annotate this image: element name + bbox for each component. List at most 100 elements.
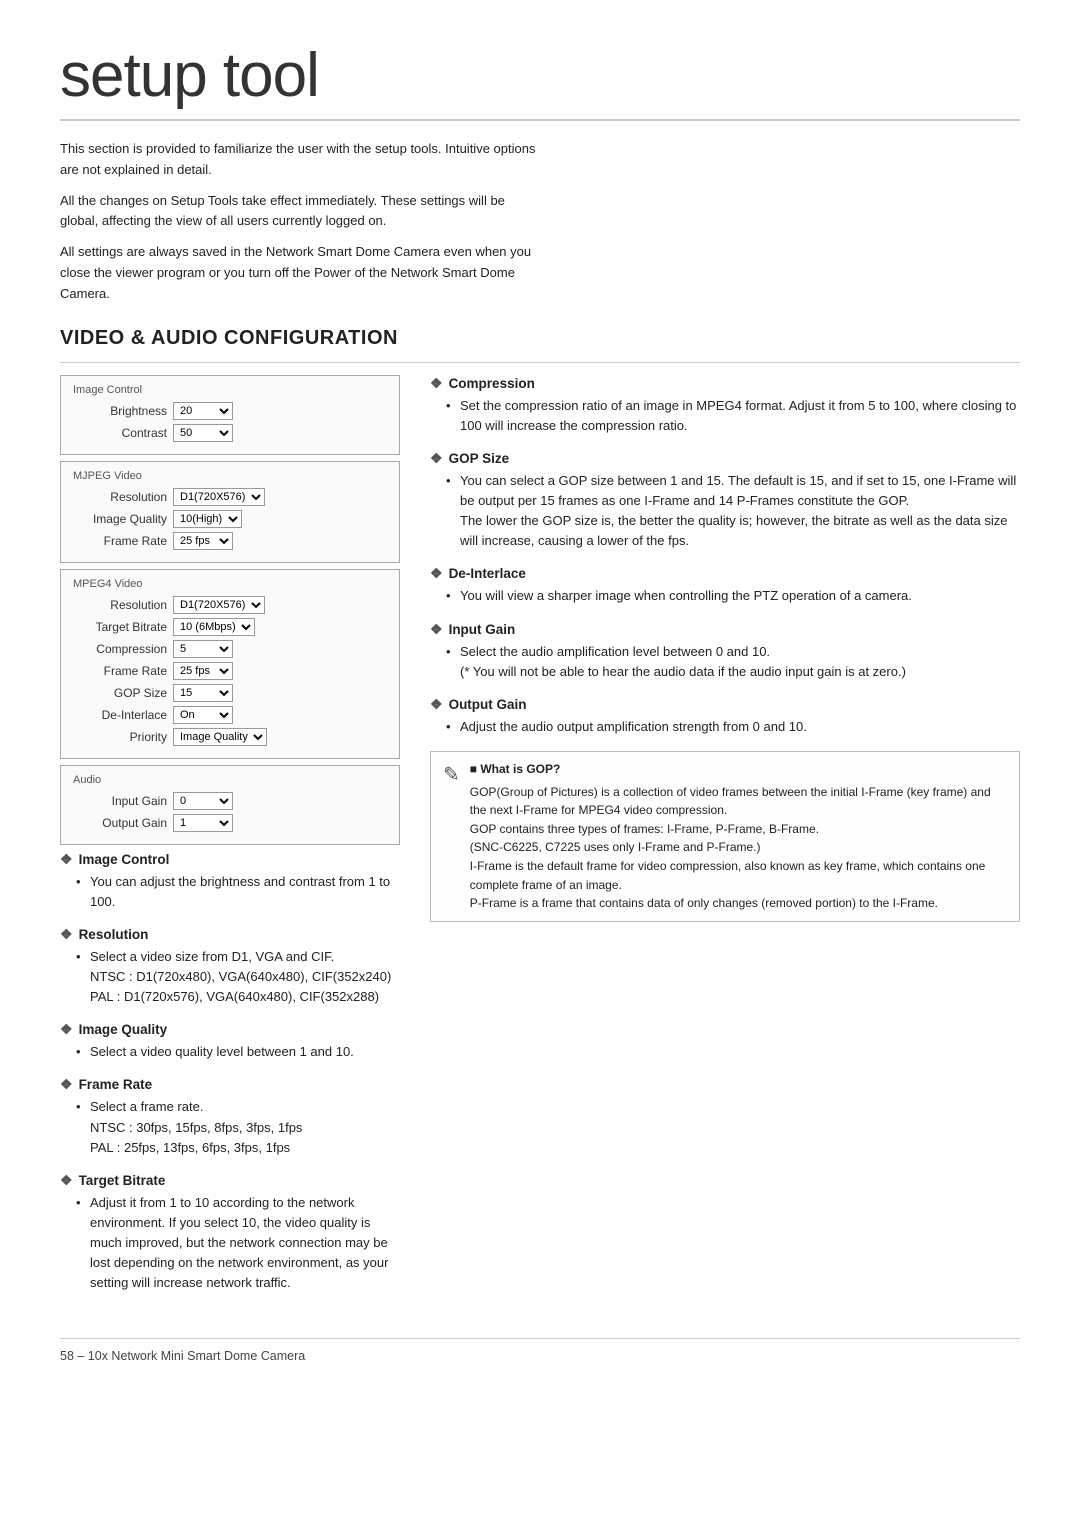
config-row: Input Gain0: [73, 792, 387, 810]
config-row-label: Contrast: [73, 426, 173, 440]
config-row-select[interactable]: 10(High): [173, 510, 242, 528]
config-panel-title: MJPEG Video: [73, 470, 387, 482]
config-row-label: Target Bitrate: [73, 620, 173, 634]
bullet-section-image-control: ❖ Image ControlYou can adjust the bright…: [60, 851, 400, 912]
bullet-section-title: ❖ Frame Rate: [60, 1076, 400, 1093]
config-panel-title: MPEG4 Video: [73, 578, 387, 590]
bullet-item: Adjust it from 1 to 10 according to the …: [76, 1193, 400, 1294]
config-row-select[interactable]: 15: [173, 684, 233, 702]
intro-para-2: All the changes on Setup Tools take effe…: [60, 191, 540, 233]
config-row-select[interactable]: D1(720X576): [173, 596, 265, 614]
bullet-section-resolution: ❖ Resolution Select a video size from D1,…: [60, 926, 400, 1007]
config-row-select[interactable]: 20: [173, 402, 233, 420]
note-content: ■ What is GOP? GOP(Group of Pictures) is…: [470, 760, 1007, 913]
config-row: ResolutionD1(720X576): [73, 488, 387, 506]
bullet-section-image-quality: ❖ Image Quality Select a video quality le…: [60, 1021, 400, 1062]
config-panel-audio: AudioInput Gain0Output Gain1: [60, 765, 400, 845]
config-row: ResolutionD1(720X576): [73, 596, 387, 614]
bullet-section-title: ❖ Compression: [430, 375, 1020, 392]
diamond-icon: ❖: [430, 450, 443, 467]
config-row-label: Priority: [73, 730, 173, 744]
config-row: Frame Rate25 fps: [73, 532, 387, 550]
config-row: De-InterlaceOn: [73, 706, 387, 724]
right-sections: ❖ Compression Set the compression ratio o…: [430, 375, 1020, 737]
bullet-item: Adjust the audio output amplification st…: [446, 717, 1020, 737]
bullet-section-title: ❖ Image Quality: [60, 1021, 400, 1038]
bullet-section-title: ❖ GOP Size: [430, 450, 1020, 467]
note-box: ✎ ■ What is GOP? GOP(Group of Pictures) …: [430, 751, 1020, 922]
right-column: ❖ Compression Set the compression ratio o…: [430, 375, 1020, 1308]
intro-para-1: This section is provided to familiarize …: [60, 139, 540, 181]
bullet-section-title: ❖ Input Gain: [430, 621, 1020, 638]
config-row: Frame Rate25 fps: [73, 662, 387, 680]
left-sections: ❖ Image ControlYou can adjust the bright…: [60, 851, 400, 1294]
bullet-section-frame-rate: ❖ Frame Rate Select a frame rate.NTSC : 3…: [60, 1076, 400, 1157]
config-row: Contrast50: [73, 424, 387, 442]
bullet-item: Select a video size from D1, VGA and CIF…: [76, 947, 400, 1007]
page-title: setup tool: [60, 40, 1020, 121]
bullet-item: You will view a sharper image when contr…: [446, 586, 1020, 606]
diamond-icon: ❖: [60, 851, 73, 868]
note-title: ■ What is GOP?: [470, 760, 1007, 779]
diamond-icon: ❖: [430, 375, 443, 392]
config-row-label: Frame Rate: [73, 534, 173, 548]
diamond-icon: ❖: [430, 621, 443, 638]
config-row-label: Resolution: [73, 490, 173, 504]
config-row-select[interactable]: 10 (6Mbps): [173, 618, 255, 636]
bullet-section-title: ❖ De-Interlace: [430, 565, 1020, 582]
config-row-label: Compression: [73, 642, 173, 656]
diamond-icon: ❖: [60, 1172, 73, 1189]
config-row-label: Image Quality: [73, 512, 173, 526]
config-row: Output Gain1: [73, 814, 387, 832]
bullet-item: Select the audio amplification level bet…: [446, 642, 1020, 682]
config-row-label: Output Gain: [73, 816, 173, 830]
config-row-select[interactable]: 25 fps: [173, 532, 233, 550]
bullet-section-title: ❖ Output Gain: [430, 696, 1020, 713]
section-header: VIDEO & AUDIO CONFIGURATION: [60, 327, 1020, 350]
config-row-label: Input Gain: [73, 794, 173, 808]
bullet-section-output-gain: ❖ Output Gain Adjust the audio output amp…: [430, 696, 1020, 737]
bullet-item: You can adjust the brightness and contra…: [76, 872, 400, 912]
bullet-item: Select a video quality level between 1 a…: [76, 1042, 400, 1062]
config-panels: Image ControlBrightness20Contrast50MJPEG…: [60, 375, 400, 845]
config-row-select[interactable]: Image Quality: [173, 728, 267, 746]
config-row-select[interactable]: 50: [173, 424, 233, 442]
note-icon: ✎: [443, 762, 460, 913]
config-panel-image-control: Image ControlBrightness20Contrast50: [60, 375, 400, 455]
config-row-label: Brightness: [73, 404, 173, 418]
config-row: Image Quality10(High): [73, 510, 387, 528]
config-row-label: De-Interlace: [73, 708, 173, 722]
config-row-label: Resolution: [73, 598, 173, 612]
config-panel-mpeg4-video: MPEG4 VideoResolutionD1(720X576)Target B…: [60, 569, 400, 759]
diamond-icon: ❖: [430, 696, 443, 713]
config-panel-title: Audio: [73, 774, 387, 786]
bullet-item: Set the compression ratio of an image in…: [446, 396, 1020, 436]
config-row-select[interactable]: 5: [173, 640, 233, 658]
note-text: GOP(Group of Pictures) is a collection o…: [470, 783, 1007, 913]
footer: 58 – 10x Network Mini Smart Dome Camera: [60, 1338, 1020, 1363]
diamond-icon: ❖: [60, 1021, 73, 1038]
left-column: Image ControlBrightness20Contrast50MJPEG…: [60, 375, 400, 1308]
config-panel-mjpeg-video: MJPEG VideoResolutionD1(720X576)Image Qu…: [60, 461, 400, 563]
config-row: Brightness20: [73, 402, 387, 420]
config-row-select[interactable]: 1: [173, 814, 233, 832]
config-row-label: GOP Size: [73, 686, 173, 700]
bullet-item: Select a frame rate.NTSC : 30fps, 15fps,…: [76, 1097, 400, 1157]
bullet-section-title: ❖ Resolution: [60, 926, 400, 943]
config-row-select[interactable]: On: [173, 706, 233, 724]
config-row-select[interactable]: D1(720X576): [173, 488, 265, 506]
bullet-section-input-gain: ❖ Input Gain Select the audio amplificati…: [430, 621, 1020, 682]
diamond-icon: ❖: [430, 565, 443, 582]
config-row: GOP Size15: [73, 684, 387, 702]
config-row-label: Frame Rate: [73, 664, 173, 678]
config-panel-title: Image Control: [73, 384, 387, 396]
config-row-select[interactable]: 0: [173, 792, 233, 810]
bullet-section-compression: ❖ Compression Set the compression ratio o…: [430, 375, 1020, 436]
bullet-section-de-interlace: ❖ De-Interlace You will view a sharper im…: [430, 565, 1020, 606]
config-row-select[interactable]: 25 fps: [173, 662, 233, 680]
intro-para-3: All settings are always saved in the Net…: [60, 242, 540, 304]
config-row: Compression5: [73, 640, 387, 658]
bullet-section-target-bitrate: ❖ Target Bitrate Adjust it from 1 to 10 a…: [60, 1172, 400, 1294]
bullet-section-title: ❖ Target Bitrate: [60, 1172, 400, 1189]
diamond-icon: ❖: [60, 926, 73, 943]
